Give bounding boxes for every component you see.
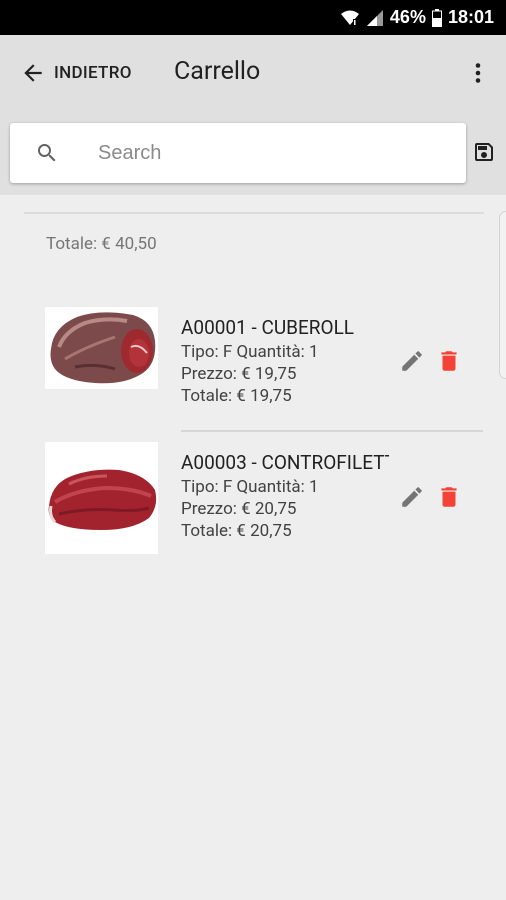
item-type-quantity: Tipo: F Quantità: 1 [181, 477, 319, 497]
save-button[interactable] [472, 140, 496, 164]
cart-item: A00001 - CUBEROLL Tipo: F Quantità: 1 Pr… [0, 300, 506, 420]
search-area [0, 111, 506, 195]
edit-button[interactable] [399, 484, 425, 510]
status-bar: 46% 18:01 [0, 0, 506, 35]
item-total: Totale: € 20,75 [181, 521, 292, 541]
trash-icon [441, 351, 457, 371]
pencil-icon [402, 351, 422, 371]
back-label: INDIETRO [54, 63, 132, 83]
pencil-icon [402, 487, 422, 507]
cart-total: Totale: € 40,50 [46, 234, 157, 254]
signal-icon [366, 9, 384, 27]
arrow-back-icon [24, 64, 42, 82]
item-type-quantity: Tipo: F Quantità: 1 [181, 342, 319, 362]
battery-percent: 46% [389, 7, 426, 27]
edit-button[interactable] [399, 348, 425, 374]
item-name: A00001 - CUBEROLL [181, 316, 355, 339]
search-box[interactable] [10, 123, 466, 183]
more-vert-icon [475, 63, 481, 83]
battery-icon [431, 8, 442, 27]
delete-button[interactable] [436, 484, 462, 510]
wifi-icon [340, 9, 360, 27]
save-icon [475, 143, 493, 161]
item-divider [181, 430, 483, 432]
search-icon [38, 144, 56, 162]
app-bar: INDIETRO Carrello [0, 35, 506, 111]
back-button[interactable]: INDIETRO [20, 59, 132, 87]
item-name: A00003 - CONTROFILETTO [181, 451, 389, 474]
clock: 18:01 [447, 7, 494, 27]
item-total: Totale: € 19,75 [181, 386, 292, 406]
meat-cuberoll-image [45, 307, 158, 389]
item-price: Prezzo: € 20,75 [181, 499, 297, 519]
search-input[interactable] [98, 135, 448, 171]
meat-controfiletto-image [45, 442, 158, 554]
delete-button[interactable] [436, 348, 462, 374]
page-title: Carrello [174, 57, 261, 86]
item-price: Prezzo: € 19,75 [181, 364, 297, 384]
cart-item: A00003 - CONTROFILETTO Tipo: F Quantità:… [0, 435, 506, 555]
divider [24, 212, 484, 214]
trash-icon [441, 487, 457, 507]
overflow-menu-button[interactable] [466, 59, 490, 87]
